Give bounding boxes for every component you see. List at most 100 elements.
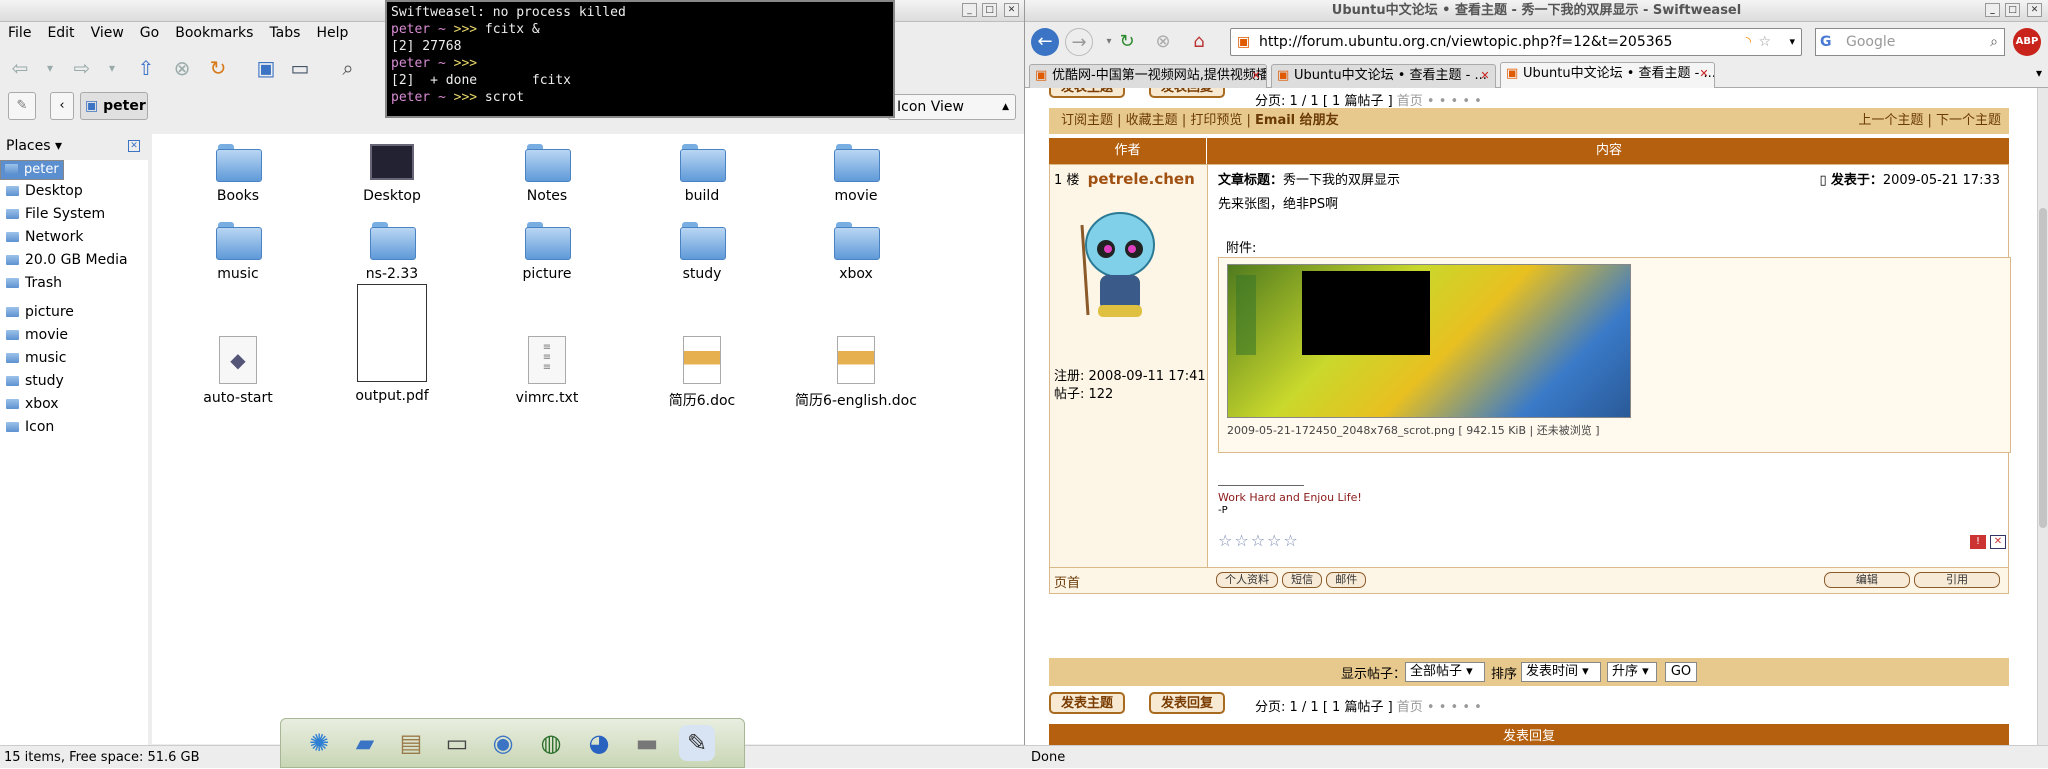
forward-icon[interactable]: → [1065,28,1093,56]
sidebar-bookmark-xbox[interactable]: xbox [0,393,148,416]
reload-icon[interactable]: ↻ [204,54,232,82]
new-topic-button[interactable]: 发表主题 [1049,88,1126,98]
sidebar-bookmark-music[interactable]: music [0,347,148,370]
next-topic-link[interactable]: 下一个主题 [1936,113,2001,128]
file-item[interactable]: Notes [472,144,622,204]
new-topic-button-bottom[interactable]: 发表主题 [1049,692,1126,714]
file-item[interactable]: 简历6.doc [627,336,777,410]
forward-icon[interactable]: ⇨ [68,54,96,82]
rss-icon[interactable]: ◝ [1746,29,1751,55]
sidebar-item-file-system[interactable]: File System [0,203,148,226]
file-item[interactable]: movie [781,144,931,204]
pm-button[interactable]: 短信 [1282,572,1323,588]
home-folder-icon[interactable]: ▣ [252,54,280,82]
adblock-icon[interactable]: ABP [2013,28,2041,56]
file-item[interactable]: xbox [781,222,931,282]
bookmark-link[interactable]: 收藏主题 [1126,113,1178,128]
sidebar-item-trash[interactable]: Trash [0,272,148,295]
browser-icon[interactable]: ◍ [533,725,569,761]
browser-tab[interactable]: ▣ Ubuntu中文论坛 • 查看主题 - ... ✕ [1500,62,1715,88]
sidebar-item-20-0-gb-media[interactable]: 20.0 GB Media [0,249,148,272]
go-button[interactable]: GO [1665,662,1697,682]
path-button-peter[interactable]: ▣ peter [80,92,148,120]
file-item[interactable]: ns-2.33 [317,222,467,282]
print-link[interactable]: 打印预览 [1190,113,1242,128]
search-box[interactable]: G Google ⌕ [1815,28,2005,56]
rating-stars-icon[interactable]: ☆☆☆☆☆ [1218,531,1300,550]
file-item[interactable]: Desktop [317,144,467,204]
file-item[interactable]: output.pdf [317,284,467,404]
file-item[interactable]: ≡ ≡ ≡ vimrc.txt [472,336,622,406]
minimize-button[interactable]: _ [1985,3,2000,17]
minimize-button[interactable]: _ [962,3,977,17]
page-scrollbar[interactable] [2037,88,2048,745]
quote-button[interactable]: 引用 [1914,572,2000,588]
sidebar-bookmark-icon[interactable]: Icon [0,416,148,439]
prev-topic-link[interactable]: 上一个主题 [1858,113,1923,128]
display-select[interactable]: 全部帖子 ▾ [1405,662,1485,682]
globe-icon[interactable]: ◕ [581,725,617,761]
menu-tabs[interactable]: Tabs [261,22,308,44]
menu-edit[interactable]: Edit [39,22,82,44]
attachment-thumbnail[interactable] [1227,264,1631,418]
reply-button[interactable]: 发表回复 [1149,88,1226,98]
back-icon[interactable]: ⇦ [6,54,34,82]
tab-list-icon[interactable]: ▾ [2036,66,2042,80]
browser-tab[interactable]: ▣ Ubuntu中文论坛 • 查看主题 - ... ✕ [1271,64,1496,88]
scrollbar-thumb[interactable] [2039,208,2047,528]
tab-close-icon[interactable]: ✕ [1698,68,1710,80]
home-icon[interactable]: ⌂ [1185,28,1213,56]
drive-icon[interactable]: ▬ [629,725,665,761]
back-history-icon[interactable]: ▾ [36,54,64,82]
close-sidebar-icon[interactable]: ✕ [128,140,140,152]
tab-close-icon[interactable]: ✕ [1479,70,1491,82]
subscribe-link[interactable]: 订阅主题 [1061,113,1113,128]
stop-icon[interactable]: ⊗ [1149,28,1177,56]
search-icon[interactable]: ⌕ [1990,29,1998,55]
file-item[interactable]: ◆ auto-start [163,336,313,406]
attachment-caption[interactable]: 2009-05-21-172450_2048x768_scrot.png [ 9… [1227,422,1600,438]
file-item[interactable]: picture [472,222,622,282]
sidebar-item-peter[interactable]: peter [0,160,64,180]
author-name[interactable]: petrele.chen [1088,170,1195,188]
browser-tab[interactable]: ▣ 优酷网-中国第一视频网站,提供视频播... ✕ [1029,64,1267,88]
menu-bookmarks[interactable]: Bookmarks [167,22,261,44]
delete-icon[interactable]: ✕ [1990,535,2006,549]
reply-button-bottom[interactable]: 发表回复 [1149,692,1226,714]
sidebar-bookmark-picture[interactable]: picture [0,301,148,324]
sidebar-bookmark-study[interactable]: study [0,370,148,393]
url-bar[interactable]: ▣ http://forum.ubuntu.org.cn/viewtopic.p… [1230,28,1802,56]
edit-button[interactable]: 编辑 [1823,572,1910,588]
file-item[interactable]: Books [163,144,313,204]
bookmark-star-icon[interactable]: ☆ [1758,29,1771,55]
path-back-button[interactable]: ‹ [50,92,74,120]
file-item[interactable]: 简历6-english.doc [781,336,931,410]
url-dropdown-icon[interactable]: ▾ [1789,29,1795,55]
computer-icon[interactable]: ▭ [286,54,314,82]
report-icon[interactable]: ! [1970,535,1986,549]
terminal-window[interactable]: Swiftweasel: no process killed peter ~ >>… [385,0,895,118]
google-icon[interactable]: G [1820,29,1832,55]
files-icon[interactable]: ▰ [347,725,383,761]
menu-go[interactable]: Go [132,22,167,44]
view-mode-select[interactable]: Icon View ▲ [888,94,1016,120]
reload-icon[interactable]: ↻ [1113,28,1141,56]
menu-file[interactable]: File [0,22,39,44]
maximize-button[interactable]: □ [982,3,997,17]
file-item[interactable]: study [627,222,777,282]
order-select[interactable]: 升序 ▾ [1607,662,1657,682]
places-dropdown[interactable]: Places ▾ [6,138,62,154]
top-link[interactable]: 页首 [1054,572,1080,591]
photos-icon[interactable]: ▤ [393,725,429,761]
close-button[interactable]: ✕ [1004,3,1019,17]
sidebar-bookmark-movie[interactable]: movie [0,324,148,347]
dash-icon[interactable]: ✺ [301,725,337,761]
back-icon[interactable]: ← [1031,28,1059,56]
sort-select[interactable]: 发表时间 ▾ [1521,662,1601,682]
edit-location-icon[interactable]: ✎ [8,92,36,120]
zoom-icon[interactable]: ⌕ [334,54,362,82]
sidebar-item-desktop[interactable]: Desktop [0,180,148,203]
forward-history-icon[interactable]: ▾ [98,54,126,82]
terminal-icon[interactable]: ▭ [439,725,475,761]
sidebar-item-network[interactable]: Network [0,226,148,249]
